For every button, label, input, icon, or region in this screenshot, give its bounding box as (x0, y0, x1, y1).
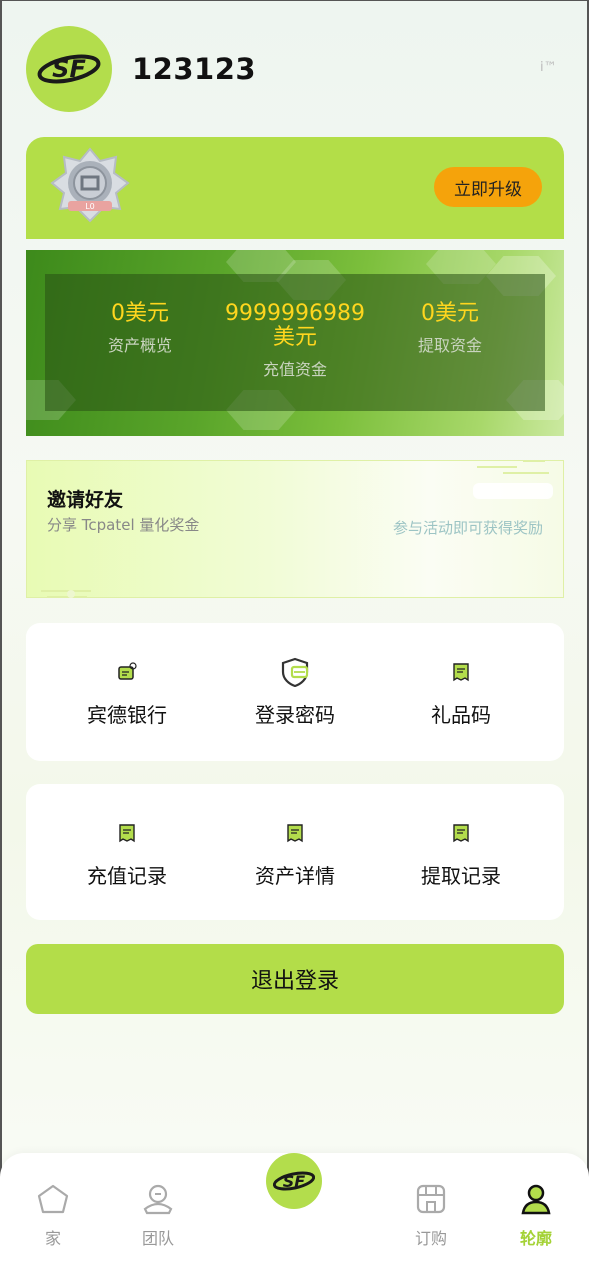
asset-overview[interactable]: 0美元 资产概览 (85, 302, 195, 356)
withdraw-label: 提取资金 (417, 336, 482, 355)
vip-badge-icon: L0 (50, 147, 130, 223)
asset-detail-icon (287, 824, 303, 843)
nav-team-label: 团队 (141, 1229, 174, 1248)
username: 123123 (132, 52, 257, 86)
asset-overview-value: 0美元 (111, 301, 169, 326)
recharge-value-line2: 美元 (272, 325, 317, 350)
nav-orders-label: 订购 (414, 1229, 447, 1248)
sf-logo-icon: SF (37, 54, 101, 84)
login-password-menu-item[interactable]: 登录密码 (215, 657, 375, 728)
recharge-record-menu-item[interactable]: 充值记录 (47, 818, 207, 889)
asset-detail-label: 资产详情 (255, 864, 335, 888)
withdraw-value: 0美元 (421, 301, 479, 326)
invite-reward-text: 参与活动即可获得奖励 (392, 519, 543, 537)
invite-bottom-decoration (41, 590, 91, 598)
gift-code-icon (453, 663, 469, 682)
withdraw-funds[interactable]: 0美元 提取资金 (395, 302, 505, 356)
asset-overview-label: 资产概览 (107, 336, 172, 355)
nav-center-logo-button[interactable]: SF (266, 1153, 322, 1209)
logout-button[interactable]: 退出登录 (26, 944, 564, 1014)
invite-friends-card[interactable]: 邀请好友 分享 Tcpatel 量化奖金 参与活动即可获得奖励 (26, 460, 564, 598)
recharge-record-label: 充值记录 (87, 864, 167, 888)
nav-profile[interactable]: 轮廓 (496, 1183, 576, 1249)
invite-corner-decoration (477, 460, 549, 474)
withdraw-record-menu-item[interactable]: 提取记录 (381, 818, 541, 889)
team-icon (143, 1184, 173, 1215)
nav-team[interactable]: 团队 (118, 1183, 198, 1249)
gift-code-menu-item[interactable]: 礼品码 (381, 657, 541, 728)
login-password-label: 登录密码 (255, 703, 335, 727)
withdraw-record-label: 提取记录 (421, 864, 501, 888)
recharge-record-icon (119, 824, 135, 843)
bank-card-icon (118, 662, 137, 680)
trademark-mark: i™ (540, 60, 557, 75)
recharge-value-line1: 9999996989 (225, 301, 365, 326)
recharge-funds[interactable]: 9999996989 美元 充值资金 (215, 302, 375, 380)
asset-summary-panel: 0美元 资产概览 9999996989 美元 充值资金 0美元 提取资金 (45, 274, 545, 411)
nav-profile-label: 轮廓 (519, 1229, 552, 1248)
account-menu-card: 宾德银行 登录密码 礼品码 (26, 623, 564, 761)
records-menu-card: 充值记录 资产详情 提取记录 (26, 784, 564, 920)
svg-text:L0: L0 (85, 202, 95, 211)
invite-subtitle: 分享 Tcpatel 量化奖金 (47, 516, 200, 534)
sf-logo-icon: SF (272, 1171, 316, 1191)
vip-card: L0 立即升级 (26, 137, 564, 239)
gift-code-label: 礼品码 (431, 703, 491, 727)
asset-detail-menu-item[interactable]: 资产详情 (215, 818, 375, 889)
svg-text:SF: SF (52, 55, 86, 83)
home-icon (37, 1184, 69, 1214)
profile-icon (521, 1184, 551, 1215)
nav-home-label: 家 (44, 1229, 61, 1248)
invite-decoration (473, 483, 553, 499)
store-icon (416, 1184, 446, 1214)
svg-text:SF: SF (283, 1172, 306, 1191)
shield-password-icon (281, 657, 309, 687)
upgrade-button[interactable]: 立即升级 (434, 167, 542, 207)
invite-title: 邀请好友 (47, 489, 124, 511)
nav-orders[interactable]: 订购 (391, 1183, 471, 1249)
withdraw-record-icon (453, 824, 469, 843)
nav-home[interactable]: 家 (13, 1183, 93, 1249)
asset-banner: 0美元 资产概览 9999996989 美元 充值资金 0美元 提取资金 (26, 250, 564, 436)
recharge-label: 充值资金 (262, 360, 327, 379)
avatar[interactable]: SF (26, 26, 112, 112)
bank-card-menu-item[interactable]: 宾德银行 (47, 657, 207, 728)
bank-card-label: 宾德银行 (87, 703, 167, 727)
